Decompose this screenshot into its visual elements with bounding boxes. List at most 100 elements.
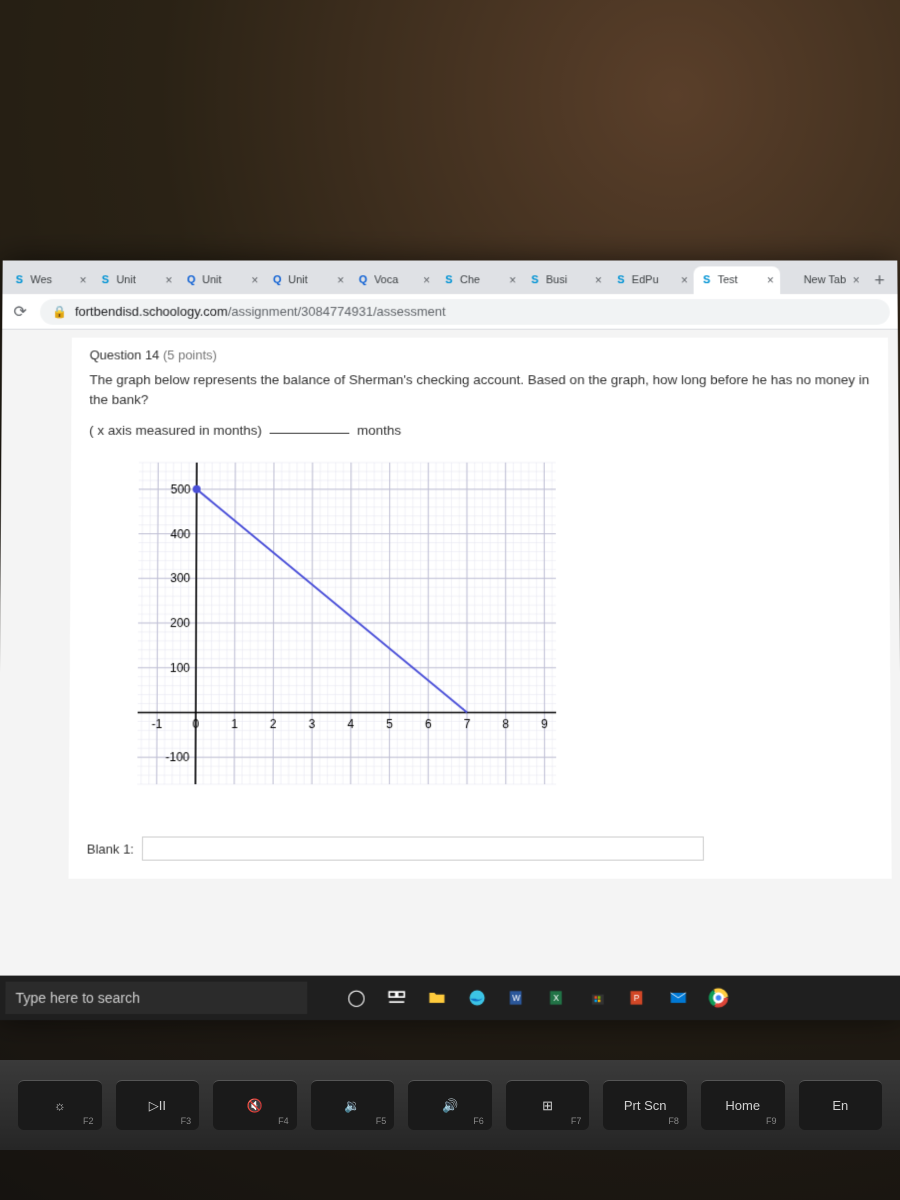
browser-tab[interactable]: Q Voca × [350, 266, 436, 294]
browser-tab[interactable]: S Wes × [6, 266, 92, 294]
key-sub-label: F2 [83, 1116, 94, 1126]
tab-label: EdPu [632, 274, 675, 286]
windows-taskbar: Type here to search ◯ W X P [0, 976, 900, 1020]
lock-icon: 🔒 [52, 304, 67, 318]
word-icon[interactable]: W [500, 981, 534, 1015]
keyboard-key: ▷II F3 [116, 1080, 200, 1130]
tab-label: Busi [546, 274, 589, 286]
svg-text:P: P [634, 993, 640, 1003]
quizlet-icon: Q [356, 273, 370, 287]
key-sub-label: F9 [766, 1116, 777, 1126]
key-main-label: ☼ [54, 1098, 66, 1113]
key-main-label: En [832, 1098, 848, 1113]
close-icon[interactable]: × [337, 273, 344, 287]
edge-icon[interactable] [460, 981, 494, 1015]
schoology-icon: S [528, 273, 542, 287]
url-path: /assignment/3084774931/assessment [228, 304, 446, 319]
cortana-icon[interactable]: ◯ [339, 981, 373, 1015]
close-icon[interactable]: × [595, 273, 602, 287]
key-sub-label: F6 [473, 1116, 484, 1126]
task-view-icon[interactable] [380, 981, 414, 1015]
address-bar[interactable]: 🔒 fortbendisd.schoology.com/assignment/3… [40, 299, 890, 325]
close-icon[interactable]: × [509, 273, 516, 287]
close-icon[interactable]: × [165, 273, 172, 287]
svg-text:-100: -100 [165, 750, 189, 764]
browser-tab[interactable]: SUnit× [92, 266, 178, 294]
keyboard-key: ⊞F7 [506, 1080, 590, 1130]
reload-button[interactable]: ⟳ [10, 302, 30, 322]
browser-tab[interactable]: QUnit× [264, 266, 350, 294]
keyboard-key: ☼ F2 [18, 1080, 102, 1130]
svg-text:6: 6 [425, 717, 432, 731]
close-icon[interactable]: × [79, 273, 86, 287]
browser-tab[interactable]: S Busi × [522, 266, 608, 294]
tab-label: Wes [30, 274, 73, 286]
keyboard-key: Prt ScnF8 [603, 1080, 687, 1130]
chrome-icon[interactable] [701, 981, 735, 1015]
question-number: Question 14 [90, 348, 160, 363]
tab-label: New Tab [804, 274, 847, 286]
url-domain: fortbendisd.schoology.com [75, 304, 228, 319]
question-prompt: The graph below represents the balance o… [89, 370, 870, 410]
svg-text:1: 1 [231, 717, 238, 731]
schoology-icon: S [12, 273, 26, 287]
file-explorer-icon[interactable] [420, 981, 454, 1015]
excel-icon[interactable]: X [540, 981, 574, 1015]
tab-label: Voca [374, 274, 417, 286]
blank-icon [786, 273, 800, 287]
close-icon[interactable]: × [251, 273, 258, 287]
keyboard-key: 🔇 F4 [213, 1080, 297, 1130]
browser-tab[interactable]: New Tab × [780, 266, 866, 294]
browser-tab[interactable]: S Test × [694, 266, 780, 294]
close-icon[interactable]: × [767, 273, 774, 287]
key-sub-label: F3 [181, 1116, 192, 1126]
key-sub-label: F7 [571, 1116, 582, 1126]
key-sub-label: F5 [376, 1116, 387, 1126]
answer-input[interactable] [142, 837, 704, 861]
schoology-icon: S [700, 273, 714, 287]
close-icon[interactable]: × [681, 273, 688, 287]
svg-text:W: W [512, 993, 520, 1003]
key-sub-label: F4 [278, 1116, 289, 1126]
svg-text:200: 200 [170, 616, 190, 630]
key-main-label: Prt Scn [624, 1098, 667, 1113]
laptop-screen: SWes×SUnit×QUnit×QUnit×QVoca×SChe×SBusi×… [0, 261, 900, 1021]
graph: -10123456789-100100200300400500 [87, 451, 568, 811]
taskbar-search[interactable]: Type here to search [5, 982, 307, 1014]
svg-text:8: 8 [502, 717, 509, 731]
question-subprompt: ( x axis measured in months) months [89, 420, 870, 436]
close-icon[interactable]: × [423, 273, 430, 287]
browser-tab[interactable]: S Che × [436, 266, 522, 294]
keyboard-key: HomeF9 [701, 1080, 785, 1130]
question-header: Question 14 (5 points) [90, 348, 871, 363]
svg-text:400: 400 [170, 527, 190, 541]
browser-tab[interactable]: SEdPu× [608, 266, 694, 294]
tab-label: Unit [288, 274, 331, 286]
new-tab-button[interactable]: + [866, 266, 894, 294]
svg-text:X: X [553, 993, 559, 1003]
close-icon[interactable]: × [853, 273, 860, 287]
svg-text:4: 4 [347, 717, 354, 731]
mail-icon[interactable] [661, 981, 695, 1015]
schoology-icon: S [98, 273, 112, 287]
powerpoint-icon[interactable]: P [621, 981, 655, 1015]
schoology-icon: S [442, 273, 456, 287]
tab-label: Che [460, 274, 503, 286]
keyboard-key: 🔉 F5 [311, 1080, 395, 1130]
key-main-label: ▷II [149, 1098, 166, 1114]
key-main-label: 🔉 [344, 1098, 360, 1114]
tab-label: Test [718, 274, 761, 286]
svg-text:-1: -1 [152, 717, 163, 731]
quizlet-icon: Q [184, 273, 198, 287]
sub-prefix: ( x axis measured in months) [89, 422, 262, 437]
tab-label: Unit [202, 274, 245, 286]
svg-text:7: 7 [464, 717, 471, 731]
store-icon[interactable] [581, 981, 615, 1015]
key-sub-label: F8 [668, 1116, 679, 1126]
svg-text:5: 5 [386, 717, 393, 731]
key-main-label: 🔇 [247, 1098, 263, 1114]
fill-blank [270, 420, 350, 433]
sub-suffix: months [357, 422, 401, 437]
browser-tab[interactable]: Q Unit × [178, 266, 264, 294]
svg-text:9: 9 [541, 717, 548, 731]
